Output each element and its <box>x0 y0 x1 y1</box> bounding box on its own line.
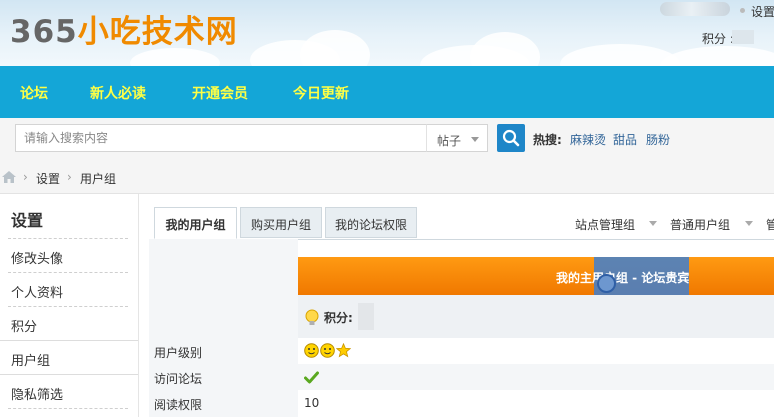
search-type-select[interactable]: 帖子 <box>426 124 488 152</box>
nav-item-forum[interactable]: 论坛 <box>20 83 48 103</box>
hot-search-label: 热搜: <box>533 133 562 147</box>
breadcrumb-separator-icon: › <box>23 170 28 184</box>
logo-text: 小吃技术网 <box>77 14 238 50</box>
cloud-decoration <box>470 32 540 66</box>
lightbulb-icon <box>305 309 319 325</box>
more-group-link-truncated[interactable]: 管 <box>766 216 774 233</box>
table-row: 用户级别 <box>149 338 774 364</box>
breadcrumb-usergroup[interactable]: 用户组 <box>80 170 116 187</box>
row-label: 访问论坛 <box>154 372 203 386</box>
normal-user-group-dropdown[interactable]: 普通用户组 <box>670 216 730 233</box>
site-header: 365小吃技术网 设置 积分 : <box>0 0 774 66</box>
tab-label: 我的论坛权限 <box>334 218 407 232</box>
hot-search-term[interactable]: 甜品 <box>613 131 637 148</box>
header-settings-link[interactable]: 设置 <box>751 3 774 20</box>
chevron-down-icon <box>745 221 753 226</box>
nav-item-newbie-guide[interactable]: 新人必读 <box>90 83 146 103</box>
smiley-icon <box>304 343 319 358</box>
usergroup-tabs: 我的用户组 购买用户组 我的论坛权限 站点管理组 普通用户组 管 <box>149 194 774 240</box>
sidebar-item-privacy[interactable]: 隐私筛选 <box>0 375 138 408</box>
tab-forum-permissions[interactable]: 我的论坛权限 <box>325 207 417 238</box>
header-points-value-blurred <box>732 30 754 44</box>
tab-buy-usergroup[interactable]: 购买用户组 <box>240 207 322 238</box>
search-icon <box>502 129 520 147</box>
tab-my-usergroup[interactable]: 我的用户组 <box>154 207 237 239</box>
site-logo[interactable]: 365小吃技术网 <box>10 6 238 51</box>
search-button[interactable] <box>497 124 525 152</box>
username-blurred[interactable] <box>660 2 730 16</box>
chevron-down-icon <box>471 137 479 142</box>
checkmark-icon <box>304 371 319 384</box>
site-admin-group-dropdown[interactable]: 站点管理组 <box>575 216 635 233</box>
main-usergroup-banner <box>298 257 774 295</box>
header-points-label: 积分 : <box>702 32 734 46</box>
tab-label: 购买用户组 <box>250 218 311 232</box>
search-bar: 帖子 热搜: 麻辣烫 甜品 肠粉 <box>0 118 774 160</box>
sidebar-item-points[interactable]: 积分 <box>0 307 138 340</box>
main-nav: 论坛 新人必读 开通会员 今日更新 <box>0 66 774 118</box>
logo-number: 365 <box>10 14 78 50</box>
main-usergroup-title: 我的主用户组 - 论坛贵宾 <box>556 271 690 285</box>
sidebar-item-label: 用户组 <box>11 354 51 369</box>
breadcrumb: › 设置 › 用户组 <box>0 160 774 194</box>
search-type-value: 帖子 <box>437 134 462 148</box>
cloud-decoration <box>300 30 370 66</box>
hot-search-term[interactable]: 肠粉 <box>646 131 670 148</box>
settings-sidebar: 设置 修改头像 个人资料 积分 用户组 隐私筛选 <box>0 194 139 417</box>
sidebar-item-avatar[interactable]: 修改头像 <box>0 239 138 272</box>
hot-search-term[interactable]: 麻辣烫 <box>570 131 606 148</box>
nav-item-membership[interactable]: 开通会员 <box>192 83 248 103</box>
row-label: 阅读权限 <box>154 398 203 412</box>
sidebar-item-profile[interactable]: 个人资料 <box>0 273 138 306</box>
separator-dot-icon <box>740 8 745 13</box>
chevron-down-icon <box>649 221 657 226</box>
row-value: 10 <box>304 396 320 410</box>
sidebar-item-usergroup[interactable]: 用户组 <box>0 340 138 375</box>
smiley-icon <box>320 343 335 358</box>
nav-item-today-updates[interactable]: 今日更新 <box>293 83 349 103</box>
cursor-icon <box>597 274 616 293</box>
points-value-blurred <box>358 303 374 330</box>
sidebar-item-label: 隐私筛选 <box>11 388 64 403</box>
breadcrumb-settings[interactable]: 设置 <box>36 170 60 187</box>
breadcrumb-separator-icon: › <box>67 170 72 184</box>
points-label: 积分: <box>324 311 353 325</box>
table-row: 阅读权限 10 <box>149 390 774 416</box>
star-icon <box>336 343 351 358</box>
home-icon[interactable] <box>2 171 16 183</box>
sidebar-item-label: 个人资料 <box>11 286 64 301</box>
cloud-decoration <box>660 46 774 66</box>
search-input[interactable] <box>15 124 427 152</box>
tab-label: 我的用户组 <box>165 218 226 232</box>
sidebar-item-label: 修改头像 <box>11 252 64 267</box>
table-row: 访问论坛 <box>149 364 774 390</box>
divider <box>8 408 128 409</box>
sidebar-item-label: 积分 <box>11 320 38 335</box>
row-label: 用户级别 <box>154 346 203 360</box>
sidebar-title: 设置 <box>11 211 44 230</box>
